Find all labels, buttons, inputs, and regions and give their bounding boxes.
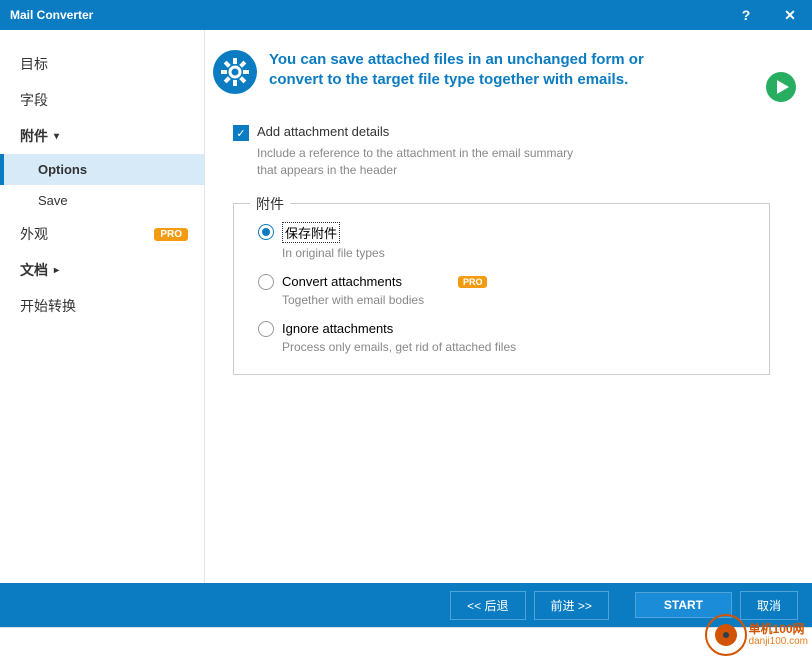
pro-badge: PRO: [154, 228, 188, 241]
sidebar-item-appearance[interactable]: 外观 PRO: [0, 216, 204, 252]
help-button[interactable]: ?: [724, 0, 768, 30]
sidebar-item-target[interactable]: 目标: [0, 46, 204, 82]
radio-ignore-attachments[interactable]: Ignore attachments: [258, 321, 749, 337]
sidebar: 目标 字段 附件 ▾ Options Save 外观 PRO 文档 ▸ 开始转换: [0, 30, 205, 583]
fieldset-legend: 附件: [250, 194, 290, 214]
titlebar: Mail Converter ? ✕: [0, 0, 812, 30]
sidebar-item-fields[interactable]: 字段: [0, 82, 204, 118]
window-title: Mail Converter: [10, 8, 724, 22]
close-button[interactable]: ✕: [768, 0, 812, 30]
chevron-right-icon: ▸: [54, 265, 59, 276]
sidebar-sub-save[interactable]: Save: [0, 185, 204, 216]
attachments-fieldset: 附件 保存附件 In original file types Convert a…: [233, 203, 770, 375]
content-panel: You can save attached files in an unchan…: [205, 30, 812, 583]
radio-description: In original file types: [282, 246, 749, 260]
radio-save-attachments[interactable]: 保存附件: [258, 222, 749, 243]
sidebar-sub-options[interactable]: Options: [0, 154, 204, 185]
radio-label: 保存附件: [282, 222, 340, 243]
cancel-button[interactable]: 取消: [740, 591, 798, 620]
checkmark-icon: ✓: [233, 125, 249, 141]
radio-description: Process only emails, get rid of attached…: [282, 340, 749, 354]
footer-bar: << 后退 前进 >> START 取消: [0, 583, 812, 627]
sidebar-item-start[interactable]: 开始转换: [0, 288, 204, 324]
radio-description: Together with email bodies: [282, 293, 749, 307]
window-border: [0, 627, 812, 658]
radio-convert-attachments[interactable]: Convert attachments PRO: [258, 274, 749, 290]
checkbox-description: Include a reference to the attachment in…: [257, 145, 577, 179]
radio-label: Ignore attachments: [282, 321, 393, 336]
page-description: You can save attached files in an unchan…: [269, 50, 699, 91]
play-button[interactable]: [766, 72, 796, 102]
radio-icon: [258, 274, 274, 290]
radio-icon: [258, 224, 274, 240]
add-details-checkbox[interactable]: ✓ Add attachment details: [233, 124, 790, 141]
gear-icon: [213, 50, 257, 94]
checkbox-label: Add attachment details: [257, 124, 389, 139]
chevron-down-icon: ▾: [54, 131, 59, 142]
pro-badge: PRO: [458, 276, 488, 288]
back-button[interactable]: << 后退: [450, 591, 525, 620]
main-area: 目标 字段 附件 ▾ Options Save 外观 PRO 文档 ▸ 开始转换: [0, 30, 812, 583]
start-button[interactable]: START: [635, 592, 732, 618]
sidebar-item-document[interactable]: 文档 ▸: [0, 252, 204, 288]
sidebar-item-attachments[interactable]: 附件 ▾: [0, 118, 204, 154]
radio-icon: [258, 321, 274, 337]
next-button[interactable]: 前进 >>: [534, 591, 609, 620]
radio-label: Convert attachments: [282, 274, 402, 289]
